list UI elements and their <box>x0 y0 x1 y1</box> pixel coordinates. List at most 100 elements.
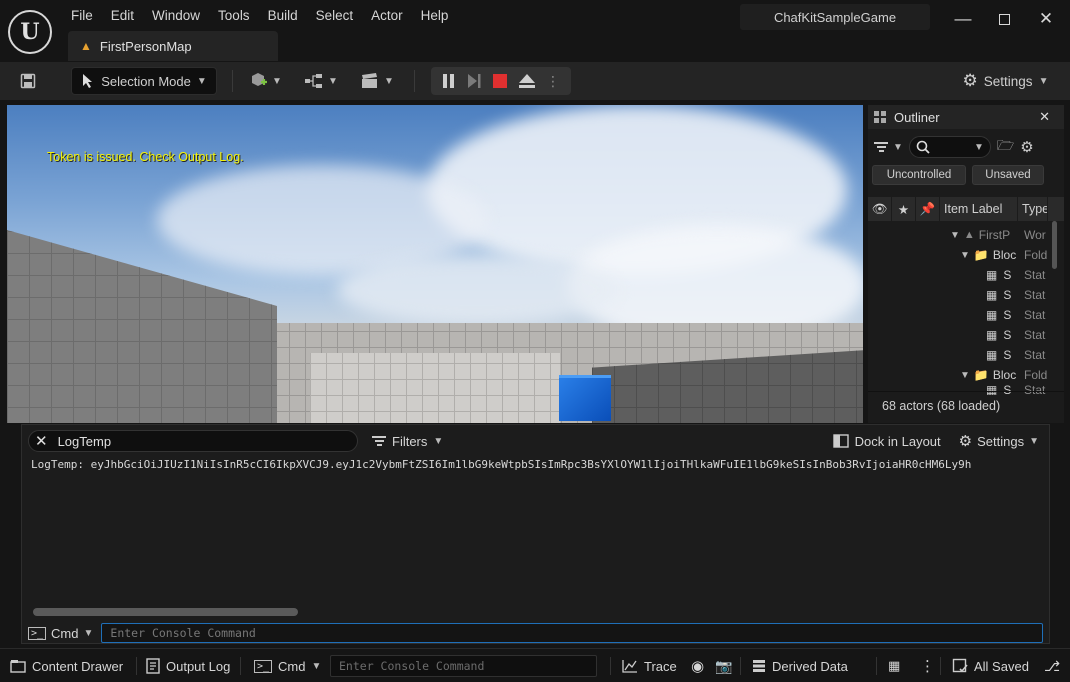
col-item-label-text: Item Label <box>944 202 1003 216</box>
trace-button[interactable]: Trace <box>622 654 677 678</box>
more-options-icon[interactable]: ⋮ <box>546 73 560 90</box>
clear-search-icon[interactable]: ✕ <box>35 432 48 450</box>
cube-icon: ▦ <box>986 348 998 362</box>
menu-bar: File Edit Window Tools Build Select Acto… <box>62 4 457 26</box>
maximize-icon[interactable] <box>983 4 1025 34</box>
status-divider <box>940 657 941 675</box>
menu-select[interactable]: Select <box>307 6 363 25</box>
outliner-chips: Uncontrolled Unsaved <box>868 165 1064 189</box>
settings-button[interactable]: ⚙ Settings ▼ <box>958 67 1053 95</box>
log-settings-button[interactable]: ⚙ Settings ▼ <box>959 432 1039 450</box>
title-bar: U File Edit Window Tools Build Select Ac… <box>0 0 1070 62</box>
cursor-icon <box>83 74 93 88</box>
revision-control-icon[interactable]: ⎇ <box>1044 654 1060 678</box>
visibility-icon[interactable]: 👁 <box>868 197 892 221</box>
outliner-tab[interactable]: Outliner ✕ <box>868 105 1064 129</box>
project-name: ChafKitSampleGame <box>740 4 930 30</box>
dock-in-layout-button[interactable]: Dock in Layout <box>832 434 941 449</box>
menu-file[interactable]: File <box>62 6 102 25</box>
blue-cube[interactable] <box>559 375 611 421</box>
outliner-scrollbar[interactable] <box>1052 221 1057 269</box>
outliner-panel: Outliner ✕ ▼ ▼ 🗁 ⚙ Uncontrolled Unsaved … <box>868 105 1064 423</box>
list-item[interactable]: ▦ S Stat <box>868 345 1064 365</box>
main-toolbar: Selection Mode ▼ ▼ ▼ ▼ ⋮ ⚙ Settings ▼ <box>0 62 1070 100</box>
col-item-label[interactable]: Item Label <box>940 197 1018 221</box>
pin-icon[interactable]: 📌 <box>916 197 940 221</box>
filter-icon <box>372 436 386 446</box>
cube-icon: ▦ <box>986 328 998 342</box>
list-item[interactable]: ▼ 📁 Bloc Fold <box>868 245 1064 265</box>
blueprints-button[interactable]: ▼ <box>300 67 342 95</box>
content-drawer-icon <box>10 660 26 673</box>
log-search-value: LogTemp <box>57 433 112 449</box>
level-viewport[interactable]: Token is issued. Check Output Log. <box>7 105 863 423</box>
log-settings-label: Settings <box>977 433 1025 449</box>
filter-icon[interactable]: ▼ <box>874 141 903 153</box>
log-search-input[interactable]: ✕ LogTemp <box>28 430 358 452</box>
col-type-text: Type <box>1022 202 1048 216</box>
log-horizontal-scrollbar[interactable] <box>33 608 298 616</box>
more-options-icon[interactable]: ⋮ <box>920 654 935 678</box>
eject-icon[interactable] <box>518 73 536 89</box>
log-console-command-input[interactable]: Enter Console Command <box>101 623 1043 643</box>
close-icon[interactable]: ✕ <box>1039 109 1050 125</box>
source-control-icon[interactable]: ▦ <box>888 654 900 678</box>
selection-mode-dropdown[interactable]: Selection Mode ▼ <box>71 67 217 95</box>
console-command-input[interactable]: Enter Console Command <box>330 655 597 677</box>
chevron-down-icon: ▼ <box>1038 75 1049 87</box>
output-log-button[interactable]: Output Log <box>146 654 230 678</box>
close-window-icon[interactable]: ✕ <box>1025 4 1067 34</box>
menu-edit[interactable]: Edit <box>102 6 143 25</box>
unsaved-chip[interactable]: Unsaved <box>972 165 1044 185</box>
cmd-dropdown[interactable]: >_ Cmd ▼ <box>254 654 321 678</box>
derived-data-label: Derived Data <box>772 658 848 674</box>
list-item[interactable]: ▦ S Stat <box>868 285 1064 305</box>
step-frame-icon[interactable] <box>466 73 482 89</box>
filters-button[interactable]: Filters ▼ <box>372 434 443 449</box>
chevron-down-icon: ▼ <box>1029 435 1039 447</box>
add-folder-icon[interactable]: 🗁 <box>997 135 1014 159</box>
menu-build[interactable]: Build <box>259 6 307 25</box>
add-actor-button[interactable]: ▼ <box>244 67 286 95</box>
screenshot-icon[interactable]: 📷 <box>715 654 732 678</box>
menu-tools[interactable]: Tools <box>209 6 259 25</box>
list-item[interactable]: ▦ S Stat <box>868 325 1064 345</box>
star-icon[interactable]: ★ <box>892 197 916 221</box>
output-log-icon <box>146 658 160 674</box>
menu-actor[interactable]: Actor <box>362 6 412 25</box>
log-cmd-dropdown[interactable]: >_ Cmd ▼ <box>28 626 93 641</box>
list-item[interactable]: ▦ S Stat <box>868 265 1064 285</box>
unreal-logo-icon[interactable]: U <box>8 10 52 54</box>
cube-icon: ▦ <box>986 288 998 302</box>
list-item[interactable]: ▼ 📁 Bloc Fold <box>868 365 1064 385</box>
menu-help[interactable]: Help <box>412 6 458 25</box>
console-icon: >_ <box>254 659 273 673</box>
save-icon <box>952 658 968 673</box>
stop-icon[interactable] <box>492 73 508 89</box>
list-item[interactable]: ▦ S Stat <box>868 305 1064 325</box>
record-icon[interactable]: ◉ <box>691 654 704 678</box>
list-item[interactable]: ▼ ▲ FirstP Wor <box>868 225 1064 245</box>
pause-icon[interactable] <box>442 73 456 89</box>
outliner-search-input[interactable]: ▼ <box>908 136 991 158</box>
tab-first-person-map[interactable]: ▲ FirstPersonMap <box>68 31 278 61</box>
minimize-icon[interactable]: — <box>942 4 984 34</box>
menu-window[interactable]: Window <box>143 6 209 25</box>
add-cube-icon <box>252 73 268 86</box>
inner-wall <box>310 353 560 423</box>
log-cmd-label: Cmd <box>51 625 79 641</box>
derived-data-button[interactable]: Derived Data <box>752 654 848 678</box>
cube-icon: ▦ <box>986 268 998 282</box>
all-saved-button[interactable]: All Saved <box>952 654 1029 678</box>
chevron-down-icon: ▼ <box>311 660 322 672</box>
gear-icon[interactable]: ⚙ <box>1020 138 1033 156</box>
cinematics-button[interactable]: ▼ <box>356 67 398 95</box>
content-drawer-button[interactable]: Content Drawer <box>10 654 123 678</box>
chevron-down-icon: ▼ <box>384 75 394 87</box>
uncontrolled-chip[interactable]: Uncontrolled <box>872 165 966 185</box>
save-button[interactable] <box>12 67 44 95</box>
save-icon <box>20 73 36 89</box>
status-divider <box>740 657 741 675</box>
col-type[interactable]: Type <box>1018 197 1048 221</box>
play-controls: ⋮ <box>431 67 571 95</box>
